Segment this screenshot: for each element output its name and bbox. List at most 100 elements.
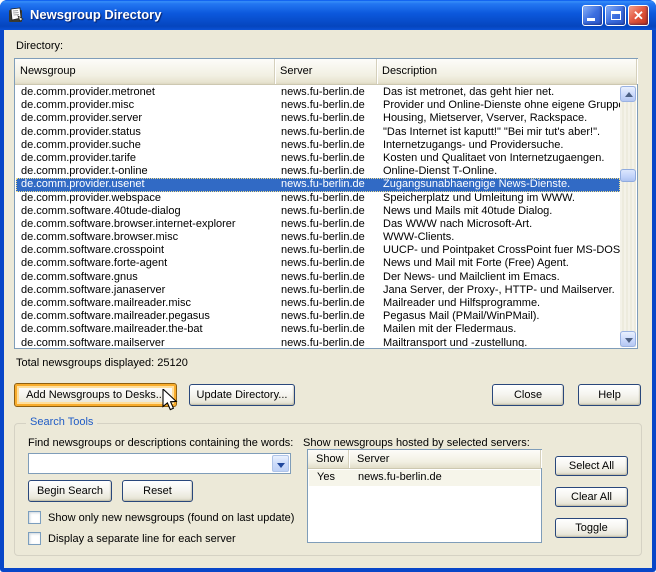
cell-c1: de.comm.provider.misc (16, 99, 276, 112)
chevron-down-icon (277, 463, 285, 468)
column-header-server[interactable]: Server (275, 59, 377, 84)
newsgroup-row[interactable]: de.comm.software.gnusnews.fu-berlin.deDe… (16, 271, 620, 284)
cell-c2: news.fu-berlin.de (276, 126, 378, 139)
cell-c3: Mailen mit der Fledermaus. (378, 323, 620, 336)
help-button[interactable]: Help (578, 384, 641, 406)
cell-c3: Online-Dienst T-Online. (378, 165, 620, 178)
cell-c1: de.comm.provider.suche (16, 139, 276, 152)
column-header-description[interactable]: Description (377, 59, 637, 84)
cell-c1: de.comm.provider.status (16, 126, 276, 139)
vertical-scrollbar[interactable] (620, 86, 636, 347)
cell-c2: news.fu-berlin.de (276, 244, 378, 257)
cell-c1: de.comm.software.crosspoint (16, 244, 276, 257)
cell-c2: news.fu-berlin.de (276, 337, 378, 347)
window-title: Newsgroup Directory (30, 0, 161, 29)
newsgroup-row[interactable]: de.comm.provider.metronetnews.fu-berlin.… (16, 86, 620, 99)
newsgroup-directory-window: Newsgroup Directory ✕ Directory: Newsgro… (0, 0, 656, 572)
cell-c1: de.comm.software.gnus (16, 271, 276, 284)
newsgroup-row[interactable]: de.comm.software.browser.internet-explor… (16, 218, 620, 231)
cell-c3: Mailreader und Hilfsprogramme. (378, 297, 620, 310)
newsgroup-row[interactable]: de.comm.software.browser.miscnews.fu-ber… (16, 231, 620, 244)
newsgroup-row[interactable]: de.comm.software.crosspointnews.fu-berli… (16, 244, 620, 257)
newsgroup-row[interactable]: de.comm.provider.statusnews.fu-berlin.de… (16, 126, 620, 139)
titlebar[interactable]: Newsgroup Directory ✕ (0, 0, 656, 30)
show-only-new-checkbox[interactable] (28, 511, 41, 524)
newsgroup-row[interactable]: de.comm.provider.webspacenews.fu-berlin.… (16, 192, 620, 205)
newsgroup-row[interactable]: de.comm.provider.servernews.fu-berlin.de… (16, 112, 620, 125)
cell-c1: de.comm.provider.metronet (16, 86, 276, 99)
scrollbar-thumb[interactable] (620, 169, 636, 182)
cell-c1: de.comm.software.forte-agent (16, 257, 276, 270)
newsgroup-row[interactable]: de.comm.software.mailservernews.fu-berli… (16, 337, 620, 347)
cell-c2: news.fu-berlin.de (276, 310, 378, 323)
toggle-button[interactable]: Toggle (555, 518, 628, 538)
newsgroup-row[interactable]: de.comm.software.mailreader.pegasusnews.… (16, 310, 620, 323)
cell-c1: de.comm.provider.server (16, 112, 276, 125)
column-header-show[interactable]: Show (308, 450, 349, 468)
cell-c2: news.fu-berlin.de (276, 152, 378, 165)
maximize-button[interactable] (605, 5, 626, 26)
select-all-button[interactable]: Select All (555, 456, 628, 476)
add-newsgroups-button[interactable]: Add Newsgroups to Desks... (14, 383, 177, 407)
cell-c1: de.comm.provider.webspace (16, 192, 276, 205)
cell-c2: news.fu-berlin.de (276, 284, 378, 297)
cell-c2: news.fu-berlin.de (276, 178, 378, 191)
cell-c1: de.comm.provider.tarife (16, 152, 276, 165)
server-row[interactable]: Yesnews.fu-berlin.de (309, 470, 540, 486)
cell-c1: de.comm.software.browser.misc (16, 231, 276, 244)
cell-c3: News und Mails mit 40tude Dialog. (378, 205, 620, 218)
app-icon (8, 7, 24, 23)
newsgroup-row[interactable]: de.comm.provider.t-onlinenews.fu-berlin.… (16, 165, 620, 178)
cell-c2: news.fu-berlin.de (276, 271, 378, 284)
cell-c1: de.comm.software.mailserver (16, 337, 276, 347)
newsgroup-row[interactable]: de.comm.software.forte-agentnews.fu-berl… (16, 257, 620, 270)
cell-c3: Housing, Mietserver, Vserver, Rackspace. (378, 112, 620, 125)
newsgroup-row[interactable]: de.comm.software.40tude-dialognews.fu-be… (16, 205, 620, 218)
newsgroup-row[interactable]: de.comm.provider.suchenews.fu-berlin.deI… (16, 139, 620, 152)
separate-line-checkbox[interactable] (28, 532, 41, 545)
newsgroup-row[interactable]: de.comm.provider.miscnews.fu-berlin.dePr… (16, 99, 620, 112)
column-header-server2[interactable]: Server (349, 450, 541, 468)
maximize-icon (611, 11, 621, 20)
minimize-button[interactable] (582, 5, 603, 26)
cell-c2: news.fu-berlin.de (276, 165, 378, 178)
cell-c2: news.fu-berlin.de (276, 257, 378, 270)
column-header-newsgroup[interactable]: Newsgroup (15, 59, 275, 84)
cell-c3: Speicherplatz und Umleitung im WWW. (378, 192, 620, 205)
cell-c3: Das WWW nach Microsoft-Art. (378, 218, 620, 231)
newsgroup-row[interactable]: de.comm.provider.tarifenews.fu-berlin.de… (16, 152, 620, 165)
cell-c1: de.comm.provider.usenet (16, 178, 276, 191)
cell-c2: news.fu-berlin.de (276, 192, 378, 205)
cell-c2: news.fu-berlin.de (276, 218, 378, 231)
clear-all-button[interactable]: Clear All (555, 487, 628, 507)
find-words-combobox[interactable] (28, 453, 291, 474)
begin-search-button[interactable]: Begin Search (28, 480, 112, 502)
update-directory-button[interactable]: Update Directory... (189, 384, 295, 406)
cell-c3: "Das Internet ist kaputt!" "Bei mir tut'… (378, 126, 620, 139)
newsgroup-row[interactable]: de.comm.provider.usenetnews.fu-berlin.de… (16, 178, 620, 191)
combo-dropdown-button[interactable] (272, 455, 289, 472)
cell-c3: WWW-Clients. (378, 231, 620, 244)
cell-c3: News und Mail mit Forte (Free) Agent. (378, 257, 620, 270)
find-label: Find newsgroups or descriptions containi… (28, 437, 293, 449)
reset-button[interactable]: Reset (122, 480, 193, 502)
close-button[interactable]: Close (492, 384, 564, 406)
cell-c1: de.comm.software.mailreader.misc (16, 297, 276, 310)
server-list-header: Show Server (308, 450, 541, 469)
scroll-down-button[interactable] (620, 331, 636, 347)
close-window-button[interactable]: ✕ (628, 5, 649, 26)
server-listview: Show Server Yesnews.fu-berlin.de (307, 449, 542, 543)
scroll-up-button[interactable] (620, 86, 636, 102)
directory-label: Directory: (16, 40, 63, 52)
cell-c3: Provider und Online-Dienste ohne eigene … (378, 99, 620, 112)
cell-c3: Der News- und Mailclient im Emacs. (378, 271, 620, 284)
cell-c3: Pegasus Mail (PMail/WinPMail). (378, 310, 620, 323)
cell-c1: de.comm.software.mailreader.the-bat (16, 323, 276, 336)
cell-c1: de.comm.software.browser.internet-explor… (16, 218, 276, 231)
newsgroup-row[interactable]: de.comm.software.mailreader.the-batnews.… (16, 323, 620, 336)
total-newsgroups-label: Total newsgroups displayed: 25120 (16, 357, 188, 369)
cell-c1: de.comm.provider.t-online (16, 165, 276, 178)
newsgroup-row[interactable]: de.comm.software.mailreader.miscnews.fu-… (16, 297, 620, 310)
cell-c3: UUCP- und Pointpaket CrossPoint fuer MS-… (378, 244, 620, 257)
newsgroup-row[interactable]: de.comm.software.janaservernews.fu-berli… (16, 284, 620, 297)
